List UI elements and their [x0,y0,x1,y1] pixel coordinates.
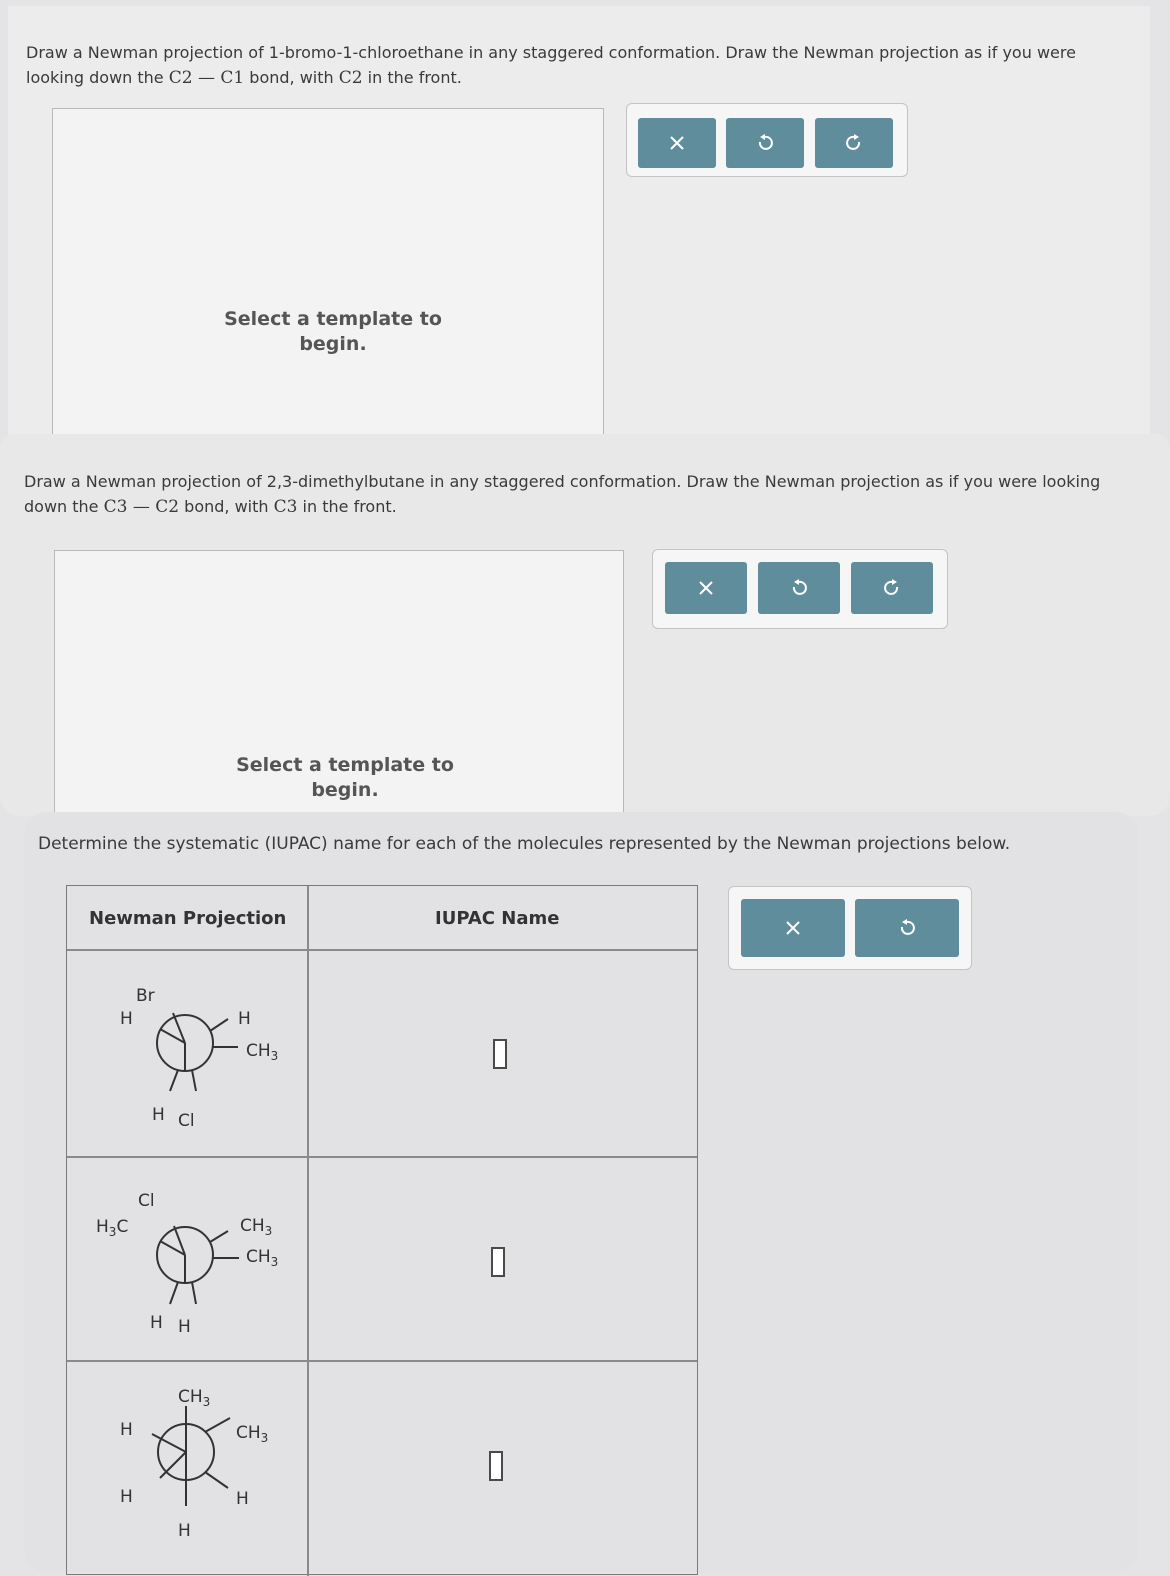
back-topright-label: H [238,1009,251,1029]
toolbar-1 [626,103,908,177]
toolbar-2 [652,549,948,629]
canvas-hint-1: Select a template to begin. [224,308,442,355]
x-icon [670,136,684,150]
problem-2-prompt: Draw a Newman projection of 2,3-dimethyl… [24,472,1101,517]
x-icon [699,581,713,595]
back-right-label: CH3 [246,1247,278,1269]
back-bottom-label: H [178,1521,191,1541]
front-left-label: H [120,1009,133,1029]
back-right-label: H [236,1489,249,1509]
iupac-answer-input-1[interactable] [493,1039,507,1069]
canvas-hint-2: Select a template to begin. [236,754,454,801]
row-divider [67,1360,697,1362]
x-icon [786,921,800,935]
undo-button-3[interactable] [855,899,959,957]
problem-1-panel: Draw a Newman projection of 1-bromo-1-ch… [8,6,1150,454]
front-bottom-label: H [150,1313,163,1333]
toolbar-3 [728,886,972,970]
front-left-label: H [120,1420,133,1440]
header-divider [67,949,697,951]
col-header-iupac: IUPAC Name [435,908,560,929]
problem-3-prompt: Determine the systematic (IUPAC) name fo… [38,834,1011,854]
undo-icon [792,579,807,595]
undo-button-1[interactable] [726,118,804,168]
redo-icon [884,579,899,595]
back-right-label: CH3 [246,1041,278,1063]
clear-button-2[interactable] [665,562,747,614]
row-divider [67,1156,697,1158]
redo-button-1[interactable] [815,118,893,168]
drawing-canvas-2[interactable]: Select a template to begin. [54,550,624,816]
col-header-projection: Newman Projection [89,908,287,929]
col-divider [307,886,309,1576]
front-bottom-label: H [152,1105,165,1125]
redo-button-2[interactable] [851,562,933,614]
front-top-label: CH3 [178,1387,210,1409]
back-topright-label: CH3 [240,1216,272,1238]
back-bottom-label: H [178,1317,191,1337]
newman-projection-2: Cl H3C H CH3 CH3 H [96,1191,278,1337]
front-top-label: Br [136,986,155,1006]
clear-button-3[interactable] [741,899,845,957]
iupac-answer-input-3[interactable] [489,1451,503,1481]
drawing-canvas-1[interactable]: Select a template to begin. [52,108,604,454]
front-top-label: Cl [138,1191,155,1211]
undo-icon [900,919,915,935]
clear-button-1[interactable] [638,118,716,168]
back-bottom-label: Cl [178,1111,195,1131]
redo-icon [846,134,861,150]
undo-button-2[interactable] [758,562,840,614]
problem-1-prompt: Draw a Newman projection of 1-bromo-1-ch… [26,43,1076,88]
newman-projection-3: CH3 H H CH3 H H [120,1387,268,1541]
problem-2-panel: Draw a Newman projection of 2,3-dimethyl… [0,434,1170,816]
back-topright-label: CH3 [236,1423,268,1445]
newman-projection-1: Br H H H CH3 Cl [120,986,278,1131]
undo-icon [758,134,773,150]
front-bottom-label: H [120,1487,133,1507]
iupac-answer-input-2[interactable] [491,1247,505,1277]
front-left-label: H3C [96,1217,128,1239]
